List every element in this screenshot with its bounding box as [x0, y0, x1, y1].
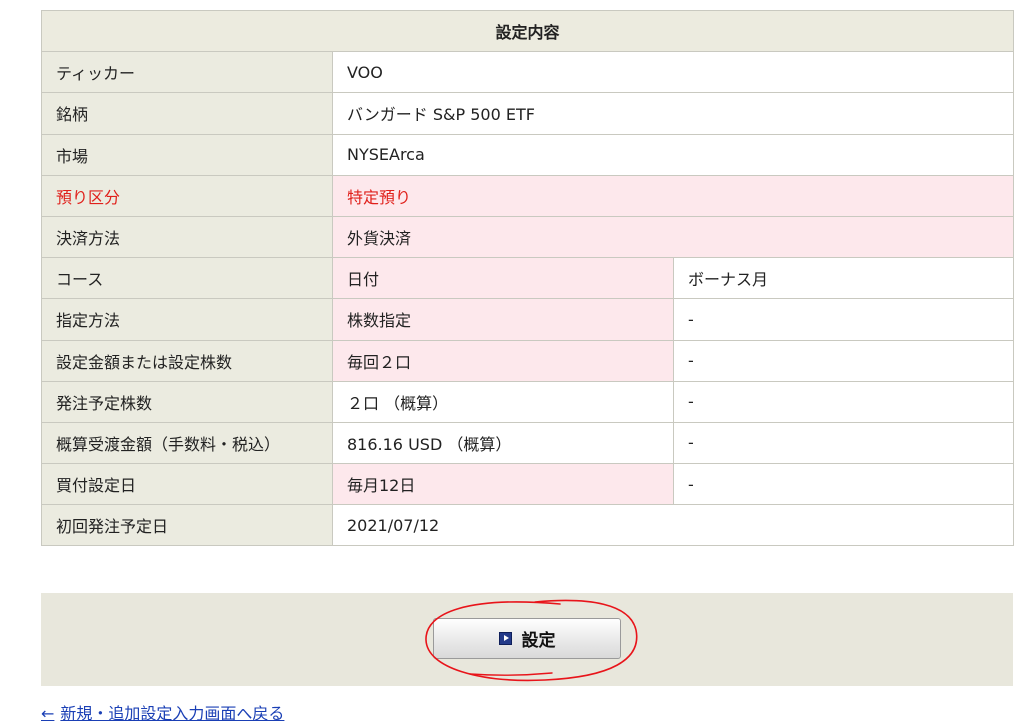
row-designation-method: 指定方法 株数指定 - [41, 298, 1015, 341]
row-label: 概算受渡金額（手数料・税込） [41, 421, 333, 465]
row-label: 指定方法 [41, 298, 333, 341]
row-label: 市場 [41, 133, 333, 176]
row-value-bonus: - [672, 298, 1015, 341]
row-value-bonus: - [672, 339, 1015, 382]
row-planned-shares: 発注予定株数 ２口 （概算） - [41, 380, 1015, 423]
row-value-bonus: - [672, 421, 1015, 465]
row-value: 特定預り [331, 174, 1015, 217]
row-purchase-day: 買付設定日 毎月12日 - [41, 463, 1015, 506]
row-value-bonus: ボーナス月 [672, 257, 1015, 300]
row-value: VOO [331, 51, 1015, 94]
row-market: 市場 NYSEArca [41, 133, 1015, 176]
row-value: 日付 [332, 257, 674, 300]
row-value: NYSEArca [331, 133, 1015, 176]
row-value: 毎回２口 [332, 339, 674, 382]
row-value: 株数指定 [332, 298, 674, 341]
row-label: 預り区分 [41, 174, 333, 217]
table-header-row: 設定内容 [40, 9, 1015, 53]
settings-table-container: 設定内容 ティッカー VOO 銘柄 バンガード S&P 500 ETF 市場 N… [40, 9, 1015, 547]
row-value: 毎月12日 [332, 463, 674, 506]
row-first-order-date: 初回発注予定日 2021/07/12 [41, 504, 1015, 547]
row-value: ２口 （概算） [332, 380, 674, 423]
row-value-bonus: - [672, 463, 1015, 506]
row-label: 決済方法 [41, 215, 333, 259]
row-course: コース 日付 ボーナス月 [41, 257, 1015, 300]
play-square-icon [498, 632, 512, 645]
row-value: 2021/07/12 [331, 504, 1015, 547]
action-panel: 設定 [41, 593, 1013, 686]
row-value: バンガード S&P 500 ETF [331, 92, 1015, 135]
row-label: コース [41, 257, 333, 300]
settings-table: 設定内容 ティッカー VOO 銘柄 バンガード S&P 500 ETF 市場 N… [40, 9, 1015, 547]
row-security-name: 銘柄 バンガード S&P 500 ETF [41, 92, 1015, 135]
set-button-label: 設定 [521, 631, 556, 651]
row-label: 銘柄 [41, 92, 333, 135]
row-label: 買付設定日 [41, 463, 333, 506]
row-label: ティッカー [41, 51, 333, 94]
row-ticker: ティッカー VOO [41, 51, 1015, 94]
row-value: 外貨決済 [331, 215, 1015, 259]
set-button[interactable]: 設定 [433, 618, 621, 659]
table-title: 設定内容 [40, 9, 1015, 53]
row-label: 初回発注予定日 [41, 504, 333, 547]
row-label: 設定金額または設定株数 [41, 339, 333, 382]
row-settlement-method: 決済方法 外貨決済 [41, 215, 1015, 259]
row-label: 発注予定株数 [41, 380, 333, 423]
row-value-bonus: - [672, 380, 1015, 423]
row-estimated-amount: 概算受渡金額（手数料・税込） 816.16 USD （概算） - [41, 421, 1015, 465]
row-account-type: 預り区分 特定預り [41, 174, 1015, 217]
row-amount-or-shares: 設定金額または設定株数 毎回２口 - [41, 339, 1015, 382]
row-value: 816.16 USD （概算） [332, 421, 674, 465]
back-to-input-link[interactable]: ← 新規・追加設定入力画面へ戻る [41, 700, 284, 724]
